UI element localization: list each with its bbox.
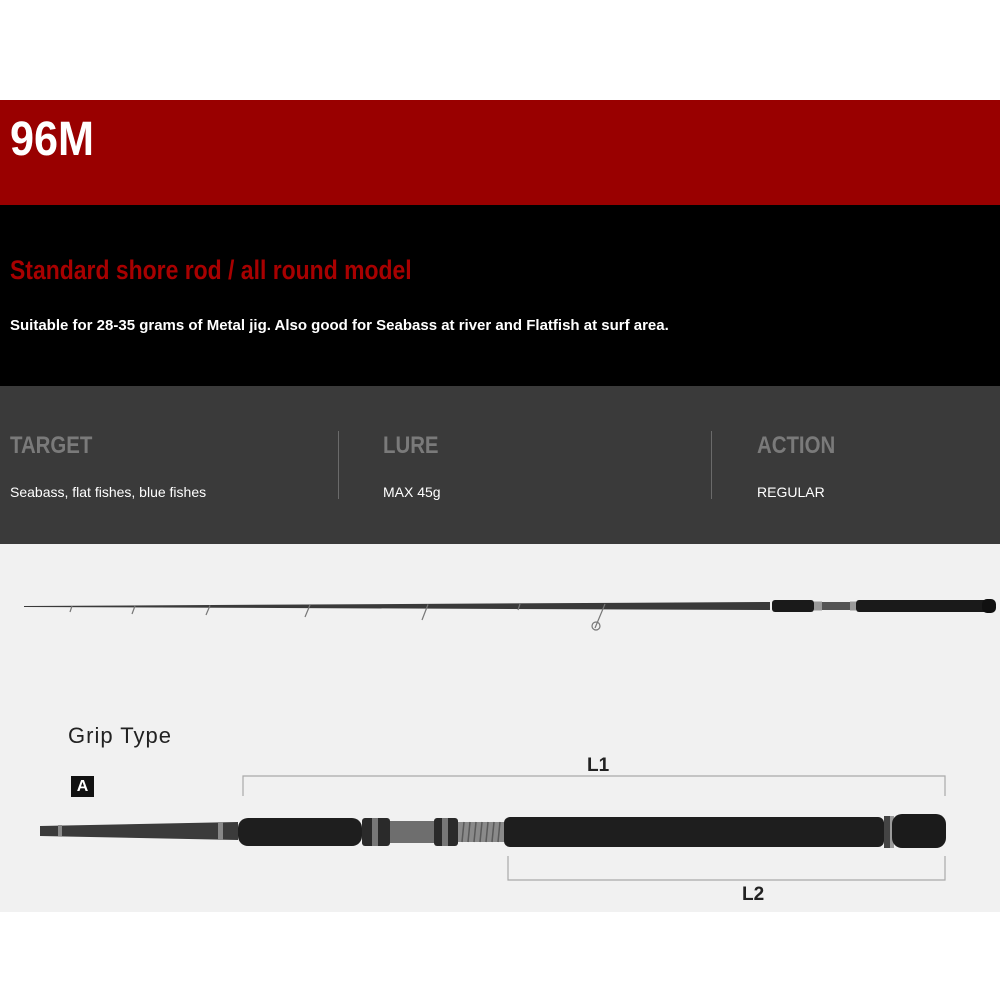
spec-target-value: Seabass, flat fishes, blue fishes <box>10 484 207 500</box>
grip-illustration <box>40 775 946 881</box>
rear-grip <box>856 600 990 612</box>
spec-target: TARGET Seabass, flat fishes, blue fishes <box>10 430 206 502</box>
spec-action-value: REGULAR <box>757 484 825 500</box>
model-description: Suitable for 28-35 grams of Metal jig. A… <box>10 317 669 334</box>
l2-dimension-line <box>507 856 946 881</box>
model-headline: Standard shore rod / all round model <box>10 255 412 285</box>
spec-lure-value: MAX 45g <box>383 484 441 500</box>
spec-target-label: TARGET <box>10 432 93 459</box>
rod-blank <box>24 602 770 610</box>
butt-cap <box>982 599 996 613</box>
spec-lure-label: LURE <box>383 432 439 459</box>
model-header-band <box>0 100 1000 205</box>
l2-label: L2 <box>742 884 765 905</box>
spec-lure: LURE MAX 45g <box>383 430 448 502</box>
rod-illustration <box>24 599 996 631</box>
spec-divider <box>338 431 339 499</box>
grip-type-title: Grip Type <box>68 723 172 748</box>
grip-reel-seat <box>390 821 434 843</box>
spec-action: ACTION REGULAR <box>757 430 849 502</box>
spec-action-label: ACTION <box>757 432 836 459</box>
l1-label: L1 <box>587 755 610 776</box>
grip-fore-grip <box>238 818 362 846</box>
grip-blank <box>40 822 238 840</box>
reel-seat-ring <box>814 601 822 611</box>
spec-divider <box>711 431 712 499</box>
description-band <box>0 205 1000 386</box>
grip-butt-cap <box>892 814 946 848</box>
reel-seat <box>822 602 850 610</box>
model-name: 96M <box>10 113 95 166</box>
fore-grip <box>772 600 814 612</box>
grip-rear-grip <box>504 817 884 847</box>
l1-dimension-line <box>242 775 946 796</box>
